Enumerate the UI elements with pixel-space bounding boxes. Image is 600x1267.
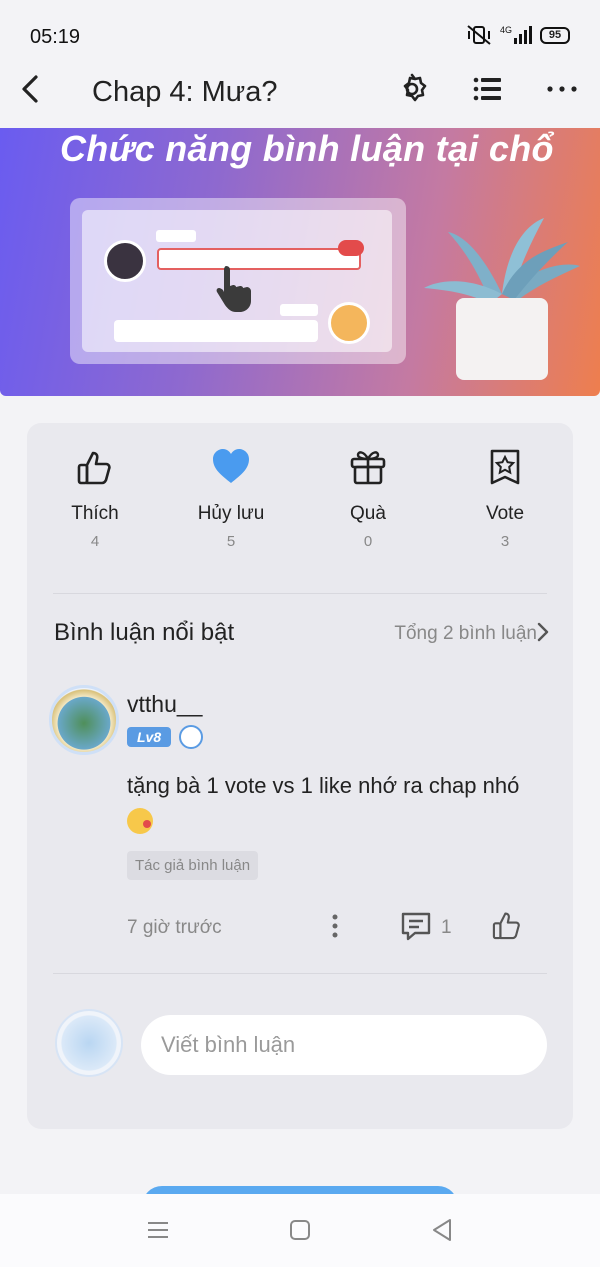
vote-count: 3 <box>500 533 510 550</box>
comment-more-icon[interactable] <box>323 911 347 941</box>
like-label: Thích <box>71 503 119 524</box>
vibrate-icon <box>467 25 491 45</box>
top-bar: Chap 4: Mưa? <box>0 60 600 128</box>
author-comment-tag: Tác giả bình luận <box>127 851 259 880</box>
action-row: Thích 4 Hủy lưu 5 Quà 0 Vote 3 <box>27 445 573 585</box>
commenter-username[interactable]: vtthu__ <box>127 691 202 718</box>
banner-illustration-card <box>70 198 406 364</box>
hand-pointer-icon <box>216 266 251 312</box>
comment-timestamp: 7 giờ trước <box>127 917 222 938</box>
thumbs-up-icon <box>77 451 111 485</box>
svg-text:4G: 4G <box>500 25 512 35</box>
signal-icon: 4G <box>500 25 532 44</box>
illustration-count-badge <box>338 240 364 256</box>
vote-action[interactable]: Vote 3 <box>445 445 565 550</box>
back-arrow-icon[interactable] <box>14 72 48 106</box>
battery-indicator: 95 <box>540 26 570 44</box>
back-nav-icon[interactable] <box>428 1216 456 1244</box>
banner-illustration-inner <box>82 210 392 352</box>
feature-banner[interactable]: Chức năng bình luận tại chổ <box>0 128 600 396</box>
vote-label: Vote <box>485 503 525 524</box>
menu-nav-icon[interactable] <box>144 1216 172 1244</box>
more-options-icon[interactable] <box>545 72 579 106</box>
gift-label: Quà <box>350 503 386 524</box>
illustration-shiba-avatar <box>328 302 370 344</box>
comment-like-icon[interactable] <box>489 907 525 943</box>
illustration-bar <box>156 230 196 242</box>
comment-text: tặng bà 1 vote vs 1 like nhớ ra chap nhó <box>127 769 547 837</box>
commenter-avatar[interactable] <box>49 685 119 755</box>
divider <box>53 973 547 974</box>
chevron-right-icon[interactable] <box>533 619 553 645</box>
reply-count: 1 <box>441 917 452 938</box>
verified-badge-icon <box>179 725 203 749</box>
plant-pot-illustration <box>424 218 580 380</box>
gift-count: 0 <box>363 533 373 550</box>
home-nav-icon[interactable] <box>286 1216 314 1244</box>
unsave-count: 5 <box>226 533 236 550</box>
featured-comments-title: Bình luận nổi bật <box>54 619 235 646</box>
kiss-emoji-icon <box>127 808 153 835</box>
level-badge: Lv8 <box>127 727 172 747</box>
comment-body: tặng bà 1 vote vs 1 like nhớ ra chap nhó <box>127 773 520 798</box>
reply-icon[interactable] <box>399 909 433 943</box>
total-comments-link[interactable]: Tổng 2 bình luận <box>394 623 537 645</box>
illustration-input-2 <box>114 320 318 342</box>
like-count: 4 <box>90 533 100 550</box>
gift-action[interactable]: Quà 0 <box>308 445 428 550</box>
chapter-title: Chap 4: Mưa? <box>92 76 278 108</box>
status-time: 05:19 <box>30 26 81 48</box>
my-avatar <box>55 1009 123 1077</box>
divider <box>53 593 547 594</box>
like-action[interactable]: Thích 4 <box>35 445 155 550</box>
list-icon[interactable] <box>470 72 504 106</box>
settings-gear-icon[interactable] <box>395 72 429 106</box>
system-nav-bar <box>0 1194 600 1267</box>
unsave-action[interactable]: Hủy lưu 5 <box>171 445 291 550</box>
illustration-avatar-girl <box>104 240 146 282</box>
write-comment-input[interactable] <box>141 1015 547 1075</box>
heart-icon <box>213 449 249 483</box>
chapter-interaction-panel: Thích 4 Hủy lưu 5 Quà 0 Vote 3 Bình luận… <box>27 423 573 1129</box>
status-icons: 4G 95 <box>466 24 570 46</box>
illustration-bar-2 <box>280 304 318 316</box>
vote-icon <box>490 449 520 485</box>
unsave-label: Hủy lưu <box>197 503 265 524</box>
banner-title: Chức năng bình luận tại chổ <box>60 128 554 169</box>
gift-icon <box>350 451 386 485</box>
